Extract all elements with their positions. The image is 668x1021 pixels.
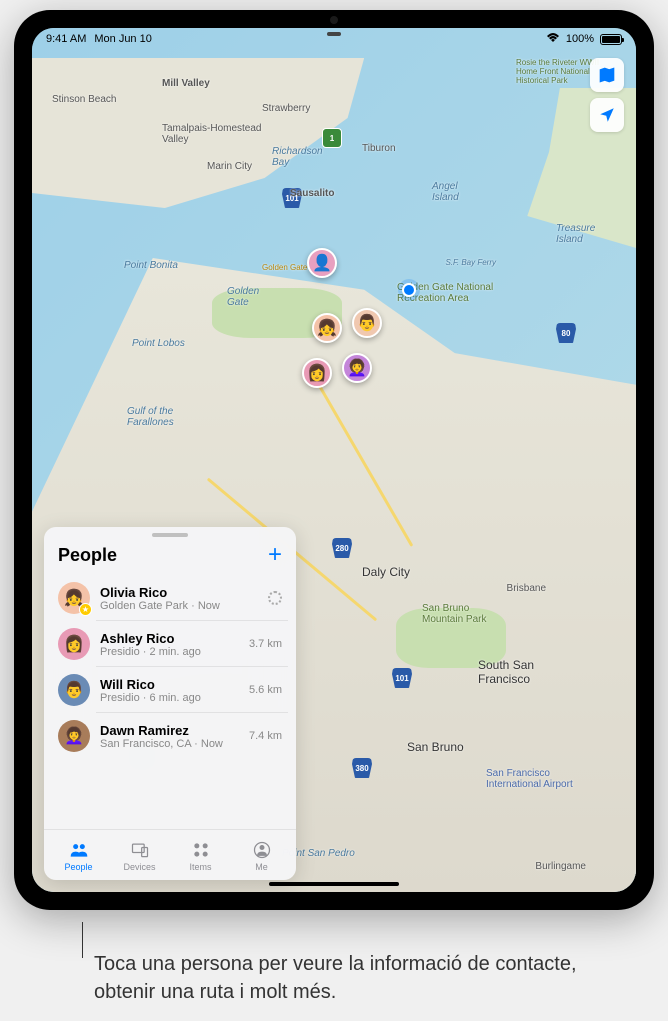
people-list: 👧★ Olivia RicoGolden Gate Park · Now 👩 Ashl… bbox=[44, 575, 296, 759]
shield-80: 80 bbox=[556, 323, 576, 343]
label-pt-bonita: Point Bonita bbox=[124, 260, 178, 271]
label-mill-valley: Mill Valley bbox=[162, 78, 210, 89]
status-date: Mon Jun 10 bbox=[94, 33, 151, 45]
screen: 9:41 AM Mon Jun 10 100% 1 101 bbox=[32, 28, 636, 892]
battery-percent: 100% bbox=[566, 33, 594, 45]
label-golden-gate: Golden Gate bbox=[227, 286, 277, 308]
camera-dot bbox=[330, 16, 338, 24]
shield-101b: 101 bbox=[392, 668, 412, 688]
home-indicator[interactable] bbox=[269, 882, 399, 886]
location-arrow-icon bbox=[598, 106, 616, 124]
caption-text: Toca una persona per veure la informació… bbox=[54, 950, 614, 1006]
person-info: Dawn RamirezSan Francisco, CA · Now bbox=[100, 723, 239, 750]
person-name: Dawn Ramirez bbox=[100, 723, 239, 738]
person-distance: 5.6 km bbox=[249, 684, 282, 696]
shield-280: 280 bbox=[332, 538, 352, 558]
items-icon bbox=[189, 840, 213, 860]
label-sausalito: Sausalito bbox=[290, 188, 334, 199]
shield-1: 1 bbox=[322, 128, 342, 148]
person-sublabel: Presidio · 2 min. ago bbox=[100, 646, 239, 658]
label-daly: Daly City bbox=[362, 565, 410, 579]
avatar: 👨 bbox=[58, 674, 90, 706]
locate-me-button[interactable] bbox=[590, 98, 624, 132]
panel-header: People + bbox=[44, 539, 296, 575]
tab-label: Items bbox=[189, 862, 211, 872]
tab-people[interactable]: People bbox=[54, 840, 104, 872]
avatar: 👩 bbox=[58, 628, 90, 660]
wifi-icon bbox=[546, 33, 560, 46]
map-pin-person-4[interactable]: 👩 bbox=[302, 358, 332, 388]
person-row[interactable]: 👩 Ashley RicoPresidio · 2 min. ago 3.7 km bbox=[52, 621, 288, 667]
label-sbmt: San Bruno Mountain Park bbox=[422, 603, 502, 625]
person-row[interactable]: 👨 Will RicoPresidio · 6 min. ago 5.6 km bbox=[52, 667, 288, 713]
favorite-star-icon: ★ bbox=[79, 603, 92, 616]
map-mode-button[interactable] bbox=[590, 58, 624, 92]
map-pin-person-1[interactable]: 👤 bbox=[307, 248, 337, 278]
label-marin-city: Marin City bbox=[207, 161, 252, 172]
label-burling: Burlingame bbox=[535, 861, 586, 872]
person-name: Olivia Rico bbox=[100, 585, 258, 600]
devices-icon bbox=[128, 840, 152, 860]
ipad-frame: 9:41 AM Mon Jun 10 100% 1 101 bbox=[14, 10, 654, 910]
label-sfo: San Francisco International Airport bbox=[486, 768, 576, 790]
map-mode-icon bbox=[598, 66, 616, 84]
person-sublabel: Presidio · 6 min. ago bbox=[100, 692, 239, 704]
tab-devices[interactable]: Devices bbox=[115, 840, 165, 872]
label-tamalpais: Tamalpais-Homestead Valley bbox=[162, 123, 272, 145]
label-ssf: South San Francisco bbox=[478, 658, 558, 686]
map-pin-person-3[interactable]: 👨 bbox=[352, 308, 382, 338]
add-person-button[interactable]: + bbox=[268, 543, 282, 567]
person-row[interactable]: 👩‍🦱 Dawn RamirezSan Francisco, CA · Now 7.… bbox=[52, 713, 288, 759]
map-pin-me[interactable] bbox=[402, 283, 416, 297]
label-treasure: Treasure Island bbox=[556, 223, 606, 245]
panel-title: People bbox=[58, 545, 117, 566]
person-row[interactable]: 👧★ Olivia RicoGolden Gate Park · Now bbox=[52, 575, 288, 621]
map-controls bbox=[590, 58, 624, 132]
avatar: 👧★ bbox=[58, 582, 90, 614]
loading-spinner-icon bbox=[268, 591, 282, 605]
label-brisbane: Brisbane bbox=[507, 583, 546, 594]
person-info: Olivia RicoGolden Gate Park · Now bbox=[100, 585, 258, 612]
battery-icon bbox=[600, 34, 622, 45]
label-richardson: Richardson Bay bbox=[272, 146, 332, 168]
tab-me[interactable]: Me bbox=[237, 840, 287, 872]
tab-label: Devices bbox=[123, 862, 155, 872]
tab-items[interactable]: Items bbox=[176, 840, 226, 872]
map-pin-person-2[interactable]: 👧 bbox=[312, 313, 342, 343]
person-distance: 3.7 km bbox=[249, 638, 282, 650]
me-icon bbox=[250, 840, 274, 860]
person-name: Ashley Rico bbox=[100, 631, 239, 646]
person-distance: 7.4 km bbox=[249, 730, 282, 742]
label-strawberry: Strawberry bbox=[262, 103, 310, 114]
map-pin-person-5[interactable]: 👩‍🦱 bbox=[342, 353, 372, 383]
panel-grabber[interactable] bbox=[152, 533, 188, 537]
people-icon bbox=[67, 840, 91, 860]
avatar: 👩‍🦱 bbox=[58, 720, 90, 752]
person-sublabel: San Francisco, CA · Now bbox=[100, 738, 239, 750]
people-panel: People + 👧★ Olivia RicoGolden Gate Park ·… bbox=[44, 527, 296, 880]
person-info: Ashley RicoPresidio · 2 min. ago bbox=[100, 631, 239, 658]
tab-label: Me bbox=[255, 862, 268, 872]
label-pt-lobos: Point Lobos bbox=[132, 338, 185, 349]
label-tiburon: Tiburon bbox=[362, 143, 396, 154]
person-info: Will RicoPresidio · 6 min. ago bbox=[100, 677, 239, 704]
label-san-bruno: San Bruno bbox=[407, 740, 464, 754]
label-gulf: Gulf of the Farallones bbox=[127, 406, 197, 428]
shield-380: 380 bbox=[352, 758, 372, 778]
person-sublabel: Golden Gate Park · Now bbox=[100, 600, 258, 612]
person-name: Will Rico bbox=[100, 677, 239, 692]
label-stinson: Stinson Beach bbox=[52, 94, 117, 105]
label-angel: Angel Island bbox=[432, 181, 472, 203]
label-sf-ferry: S.F. Bay Ferry bbox=[445, 258, 496, 267]
tab-label: People bbox=[64, 862, 92, 872]
tab-bar: People Devices Items Me bbox=[44, 829, 296, 880]
status-time: 9:41 AM bbox=[46, 33, 86, 45]
pill-indicator bbox=[327, 32, 341, 36]
